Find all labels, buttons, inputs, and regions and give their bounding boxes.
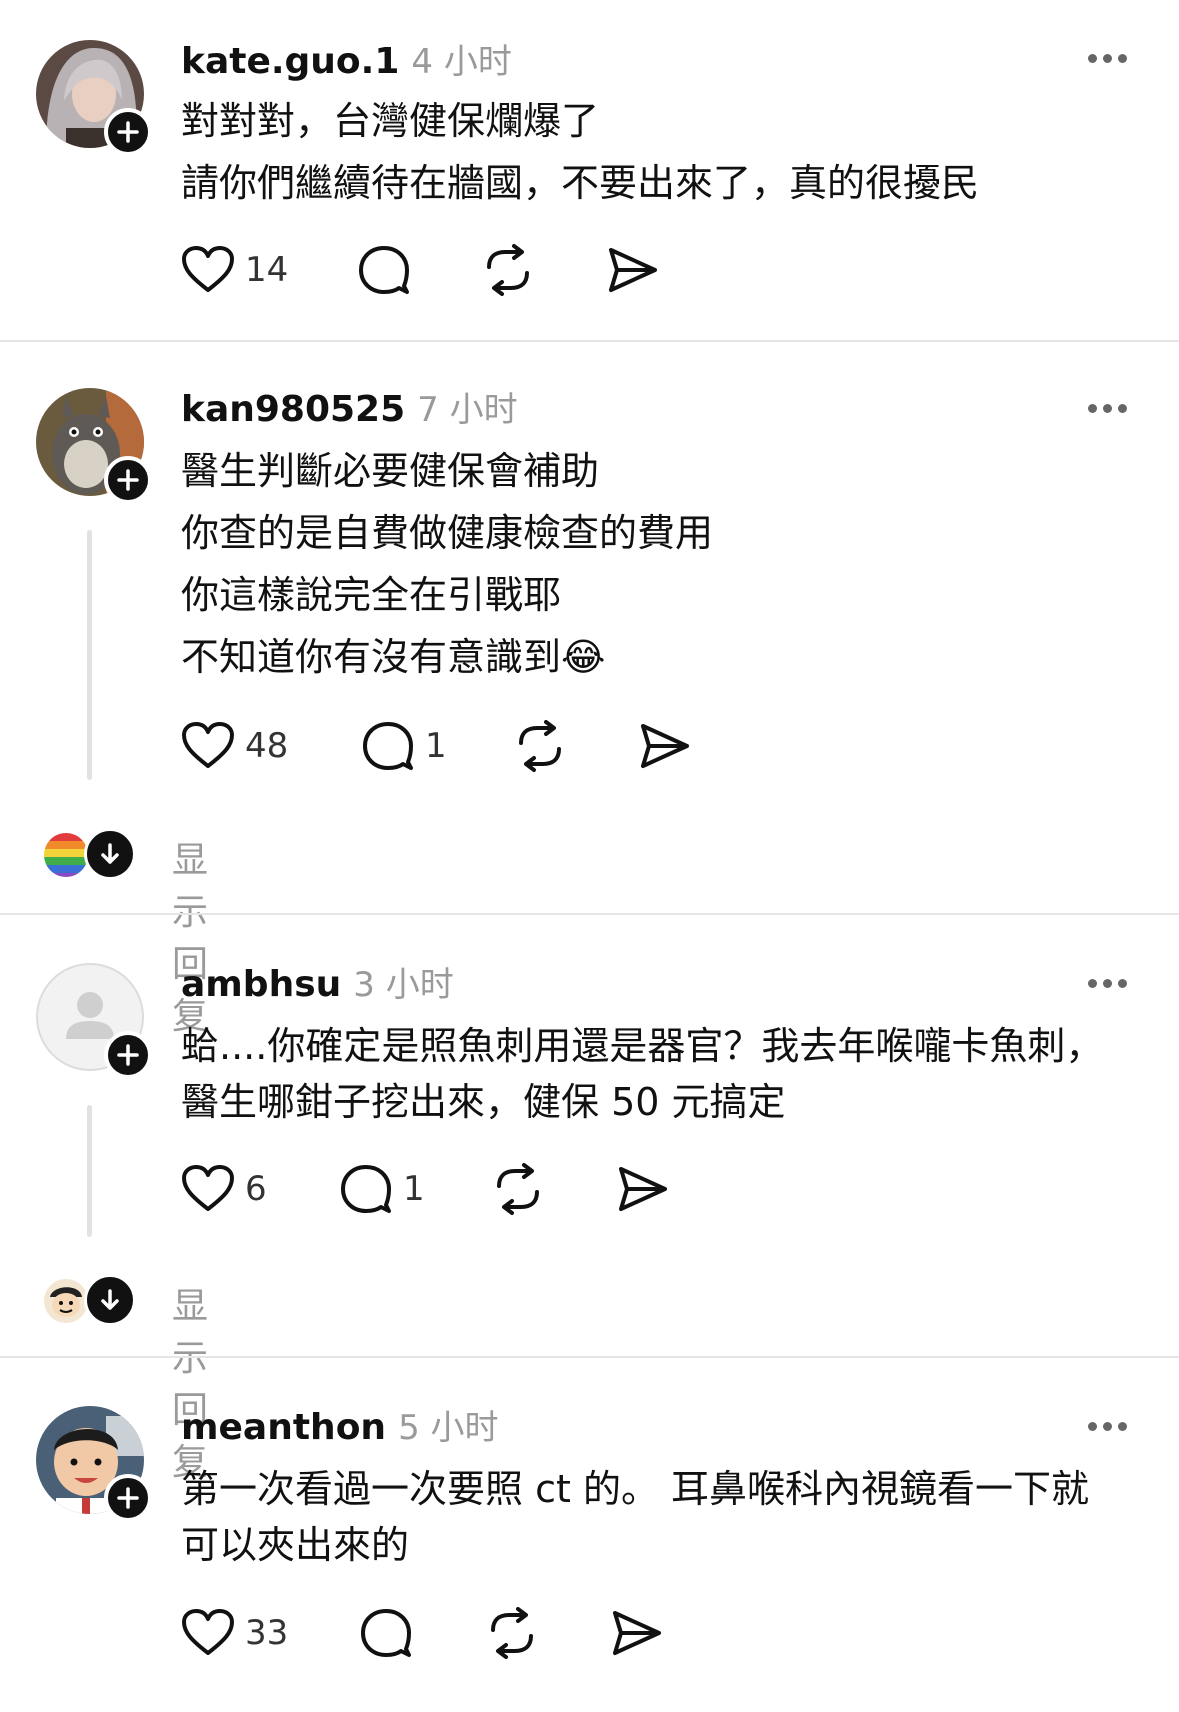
timestamp: 7 小时 xyxy=(417,390,518,430)
post-header: meanthon 5 小时 xyxy=(181,1400,499,1449)
arrow-down-icon[interactable] xyxy=(84,828,136,880)
comment-count: 1 xyxy=(425,726,447,766)
like-button[interactable]: 33 xyxy=(181,1606,288,1660)
send-icon xyxy=(613,1611,661,1655)
share-button[interactable] xyxy=(637,719,691,773)
more-options-icon[interactable] xyxy=(1088,1422,1127,1431)
heart-icon xyxy=(182,722,234,768)
plus-icon xyxy=(117,1044,139,1066)
comment-button[interactable] xyxy=(359,1606,413,1660)
comment-bubble-icon xyxy=(363,722,413,770)
like-count: 48 xyxy=(245,726,289,766)
post-header: kan980525 7 小时 xyxy=(181,382,518,431)
post-line: 蛤....你確定是照魚刺用還是器官？我去年喉嚨卡魚刺， xyxy=(181,1024,1104,1068)
timestamp: 5 小时 xyxy=(398,1408,499,1448)
heart-icon xyxy=(182,1165,234,1211)
repost-button[interactable] xyxy=(485,1606,539,1660)
heart-icon xyxy=(182,1609,234,1655)
more-options-icon[interactable] xyxy=(1088,979,1127,988)
post-line: 醫生哪鉗子挖出來，健保 50 元搞定 xyxy=(181,1080,786,1124)
comment-bubble-icon xyxy=(361,1609,411,1657)
post-meanthon: meanthon 5 小时 第一次看過一次要照 ct 的。 耳鼻喉科內視鏡看一下… xyxy=(0,1358,1179,1712)
comment-bubble-icon xyxy=(341,1165,391,1213)
username[interactable]: kan980525 xyxy=(181,389,405,430)
send-icon xyxy=(609,248,657,292)
post-line: 不知道你有沒有意識到😂 xyxy=(181,635,606,679)
like-button[interactable]: 48 xyxy=(181,719,288,773)
post-line: 請你們繼續待在牆國，不要出來了，真的很擾民 xyxy=(181,161,980,205)
post-line: 對對對，台灣健保爛爆了 xyxy=(181,99,600,143)
arrow-down-icon[interactable] xyxy=(84,1274,136,1326)
post-line: 第一次看過一次要照 ct 的。 耳鼻喉科內視鏡看一下就 xyxy=(181,1467,1090,1511)
repost-icon xyxy=(491,1607,533,1659)
timestamp: 4 小时 xyxy=(411,42,512,82)
like-count: 6 xyxy=(245,1169,267,1209)
share-button[interactable] xyxy=(609,1606,663,1660)
like-button[interactable]: 14 xyxy=(181,243,288,297)
reply-avatar xyxy=(44,833,88,877)
post-header: kate.guo.1 4 小时 xyxy=(181,34,512,83)
share-button[interactable] xyxy=(615,1162,669,1216)
more-options-icon[interactable] xyxy=(1088,54,1127,63)
comment-button[interactable]: 1 xyxy=(339,1162,425,1216)
plus-icon xyxy=(117,121,139,143)
follow-plus-button[interactable] xyxy=(104,1474,152,1522)
username[interactable]: ambhsu xyxy=(181,964,341,1005)
repost-icon xyxy=(497,1163,539,1215)
follow-plus-button[interactable] xyxy=(104,108,152,156)
repost-button[interactable] xyxy=(491,1162,545,1216)
heart-icon xyxy=(182,246,234,292)
post-kan980525: kan980525 7 小时 醫生判斷必要健保會補助 你查的是自費做健康檢查的費… xyxy=(0,342,1179,1037)
comment-count: 1 xyxy=(403,1169,425,1209)
thread-line xyxy=(87,1105,92,1237)
more-options-icon[interactable] xyxy=(1088,404,1127,413)
username[interactable]: meanthon xyxy=(181,1407,386,1448)
username[interactable]: kate.guo.1 xyxy=(181,41,399,82)
like-button[interactable]: 6 xyxy=(181,1162,267,1216)
follow-plus-button[interactable] xyxy=(104,456,152,504)
timestamp: 3 小时 xyxy=(353,965,454,1005)
like-count: 14 xyxy=(245,250,289,290)
thread-line xyxy=(87,530,92,780)
share-button[interactable] xyxy=(605,243,659,297)
send-icon xyxy=(619,1167,667,1211)
follow-plus-button[interactable] xyxy=(104,1031,152,1079)
comment-bubble-icon xyxy=(359,246,409,294)
repost-icon xyxy=(519,720,561,772)
post-line: 可以夾出來的 xyxy=(181,1523,410,1567)
send-icon xyxy=(641,724,689,768)
comment-button[interactable] xyxy=(357,243,411,297)
reply-avatar xyxy=(44,1279,88,1323)
post-header: ambhsu 3 小时 xyxy=(181,957,454,1006)
post-line: 你這樣說完全在引戰耶 xyxy=(181,573,562,617)
plus-icon xyxy=(117,1487,139,1509)
post-ambhsu: ambhsu 3 小时 蛤....你確定是照魚刺用還是器官？我去年喉嚨卡魚刺， … xyxy=(0,915,1179,1483)
post-kate-guo-1: kate.guo.1 4 小时 對對對，台灣健保爛爆了 請你們繼續待在牆國，不要… xyxy=(0,0,1179,340)
repost-button[interactable] xyxy=(513,719,567,773)
post-line: 你查的是自費做健康檢查的費用 xyxy=(181,511,714,555)
repost-button[interactable] xyxy=(481,243,535,297)
like-count: 33 xyxy=(245,1613,289,1653)
comment-button[interactable]: 1 xyxy=(361,719,447,773)
plus-icon xyxy=(117,469,139,491)
post-line: 醫生判斷必要健保會補助 xyxy=(181,449,600,493)
repost-icon xyxy=(487,244,529,296)
